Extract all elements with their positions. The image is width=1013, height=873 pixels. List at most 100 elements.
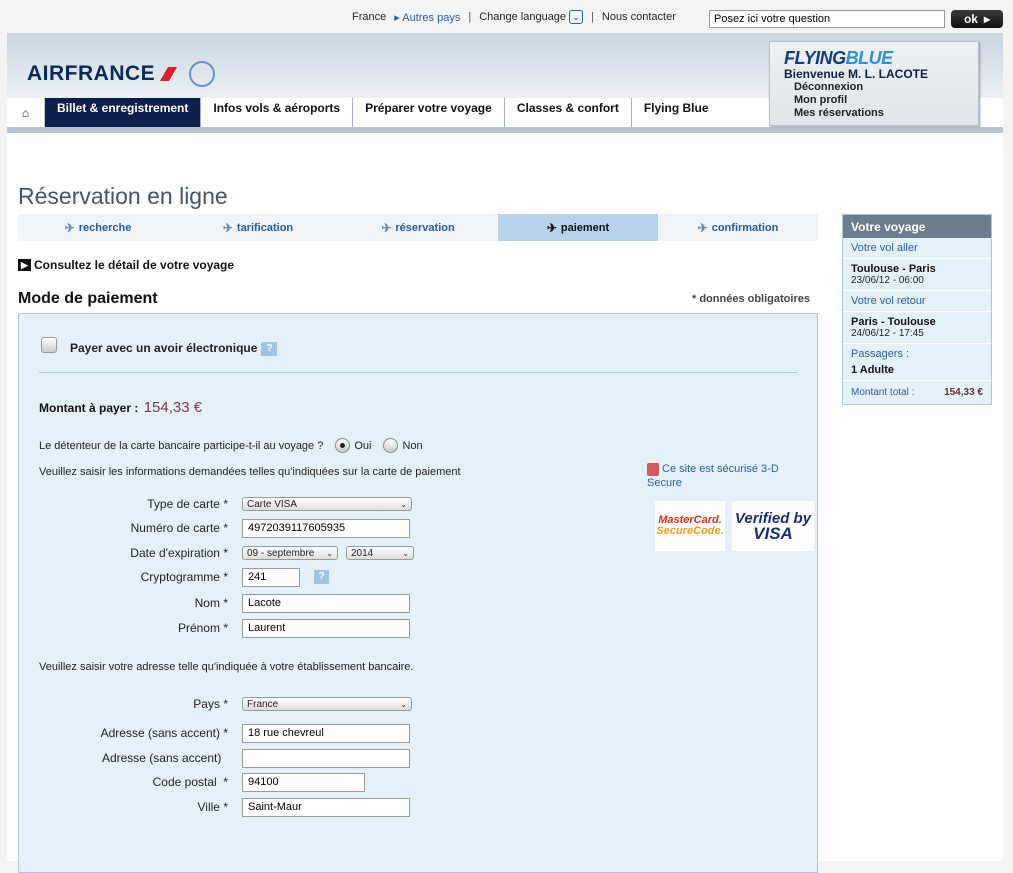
- chevron-down-icon: ⌄: [400, 699, 407, 709]
- expiry-month-value: 09 - septembre: [247, 547, 315, 559]
- help-icon[interactable]: ?: [314, 570, 329, 584]
- country-value: France: [247, 698, 279, 710]
- expiry-label: Date d'expiration *: [130, 546, 228, 560]
- change-language-label: Change language: [479, 11, 567, 23]
- logout-link[interactable]: Déconnexion: [784, 81, 964, 94]
- step-confirmation: ✈ confirmation: [658, 214, 818, 241]
- airfrance-logo[interactable]: AIRFRANCE: [27, 61, 216, 87]
- address1-label: Adresse (sans accent) *: [100, 726, 228, 740]
- visa-line2: VISA: [753, 524, 793, 543]
- separator: |: [468, 11, 472, 23]
- first-name-row: Prénom *: [19, 618, 439, 638]
- flyingblue-logo: FLYINGBLUE: [784, 48, 964, 69]
- search-input[interactable]: [709, 10, 945, 28]
- return-label: Votre vol retour: [843, 295, 991, 312]
- no-label: Non: [402, 439, 423, 452]
- chevron-down-icon: ⌄: [400, 499, 407, 509]
- nav-billet[interactable]: Billet & enregistrement: [45, 98, 202, 127]
- skyteam-icon: [189, 61, 216, 87]
- first-name-label-text: Prénom: [177, 621, 220, 635]
- divider: [39, 372, 797, 373]
- logo-text: AIRFRANCE: [27, 62, 156, 85]
- country-link[interactable]: France: [352, 11, 386, 23]
- nav-infos-vols[interactable]: Infos vols & aéroports: [201, 98, 354, 127]
- address1-label-text: Adresse (sans accent): [100, 726, 220, 740]
- step-recherche: ✈ recherche: [18, 214, 178, 241]
- home-icon[interactable]: ⌂: [7, 98, 45, 127]
- welcome-text: Bienvenue M. L. LACOTE: [784, 67, 929, 81]
- holder-question: Le détenteur de la carte bancaire partic…: [39, 438, 423, 453]
- country-label-text: Pays: [193, 697, 220, 711]
- payment-form: Payer avec un avoir électronique? Montan…: [18, 313, 818, 873]
- change-language-link[interactable]: Change language ⌄: [479, 10, 584, 24]
- card-type-select[interactable]: Carte VISA ⌄: [242, 497, 412, 511]
- holder-no-radio[interactable]: [383, 438, 399, 453]
- avoir-checkbox[interactable]: [41, 337, 57, 353]
- step-label: tarification: [236, 221, 294, 234]
- holder-question-text: Le détenteur de la carte bancaire partic…: [39, 439, 324, 452]
- country-label: Pays *: [193, 697, 228, 711]
- other-countries-link[interactable]: ▸ Autres pays: [394, 11, 460, 24]
- expiry-year-select[interactable]: 2014 ⌄: [346, 546, 414, 560]
- card-number-label: Numéro de carte *: [130, 521, 228, 535]
- plane-icon: ✈: [64, 220, 75, 235]
- ok-label: ok: [963, 12, 978, 26]
- chevron-down-icon[interactable]: ⌄: [569, 10, 584, 24]
- address1-row: Adresse (sans accent) *: [19, 723, 439, 743]
- profile-link[interactable]: Mon profil: [784, 94, 964, 107]
- nav-flying-blue[interactable]: Flying Blue: [632, 98, 721, 127]
- arrow-right-icon: ▸: [983, 12, 991, 26]
- first-name-input[interactable]: [242, 618, 410, 638]
- card-type-label-text: Type de carte: [147, 497, 220, 511]
- lock-icon: [647, 462, 659, 476]
- amount-label: Montant à payer :: [39, 401, 139, 415]
- address2-input[interactable]: [242, 748, 410, 768]
- nav-preparer[interactable]: Préparer votre voyage: [353, 98, 505, 127]
- required-note: * données obligatoires: [692, 293, 810, 305]
- plane-icon: ✈: [222, 220, 233, 235]
- trip-detail-label: Consultez le détail de votre voyage: [34, 258, 235, 272]
- passengers-label: Passagers :: [851, 348, 910, 360]
- yes-label: Oui: [354, 439, 372, 452]
- expiry-month-select[interactable]: 09 - septembre ⌄: [242, 546, 338, 560]
- plane-icon: ✈: [546, 220, 557, 235]
- city-label-text: Ville: [197, 800, 220, 814]
- cvv-label: Cryptogramme *: [140, 570, 228, 584]
- postal-row: Code postal *: [19, 772, 439, 792]
- progress-steps: ✈ recherche ✈ tarification ✈ réservation ✈ p…: [18, 214, 818, 241]
- return-section: Votre vol retour Paris - Toulouse 24/06/…: [843, 291, 991, 344]
- reservations-link[interactable]: Mes réservations: [784, 107, 964, 120]
- search-ok-button[interactable]: ok ▸: [951, 10, 1003, 28]
- trip-detail-link[interactable]: ▶ Consultez le détail de votre voyage: [18, 258, 234, 272]
- plane-icon: ✈: [697, 220, 708, 235]
- step-reservation: ✈ réservation: [338, 214, 498, 241]
- expiry-row: Date d'expiration * 09 - septembre ⌄ 2014…: [19, 543, 439, 563]
- card-number-input[interactable]: [242, 518, 410, 538]
- last-name-label-text: Nom: [194, 596, 220, 610]
- country-select[interactable]: France ⌄: [242, 697, 412, 711]
- secure-text: Ce site est sécurisé 3-D Secure: [647, 463, 779, 489]
- cvv-input[interactable]: [242, 567, 300, 587]
- chevron-down-icon: ⌄: [402, 548, 409, 558]
- flyingblue-box: FLYINGBLUE Bienvenue M. L. LACOTE Déconn…: [769, 41, 979, 126]
- secure-notice[interactable]: Ce site est sécurisé 3-D Secure: [647, 462, 797, 490]
- last-name-input[interactable]: [242, 593, 410, 613]
- nav-classes[interactable]: Classes & confort: [505, 98, 632, 127]
- step-tarification: ✈ tarification: [178, 214, 338, 241]
- passengers-value: 1 Adulte: [851, 364, 894, 376]
- card-number-row: Numéro de carte *: [19, 518, 439, 538]
- section-title: Mode de paiement: [18, 290, 158, 307]
- city-input[interactable]: [242, 797, 410, 817]
- help-icon[interactable]: ?: [261, 341, 278, 356]
- contact-link[interactable]: Nous contacter: [602, 11, 676, 23]
- postal-input[interactable]: [242, 772, 365, 792]
- total-value: 154,33 €: [944, 387, 983, 398]
- verified-by-visa-logo: Verified by VISA: [732, 501, 814, 551]
- amount-value: 154,33 €: [143, 399, 203, 416]
- mastercard-line2: SecureCode.: [656, 525, 724, 537]
- step-paiement: ✈ paiement: [498, 214, 658, 241]
- city-row: Ville *: [19, 797, 439, 817]
- return-route: Paris - Toulouse: [851, 316, 936, 328]
- holder-yes-radio[interactable]: [335, 438, 351, 453]
- address1-input[interactable]: [242, 723, 410, 743]
